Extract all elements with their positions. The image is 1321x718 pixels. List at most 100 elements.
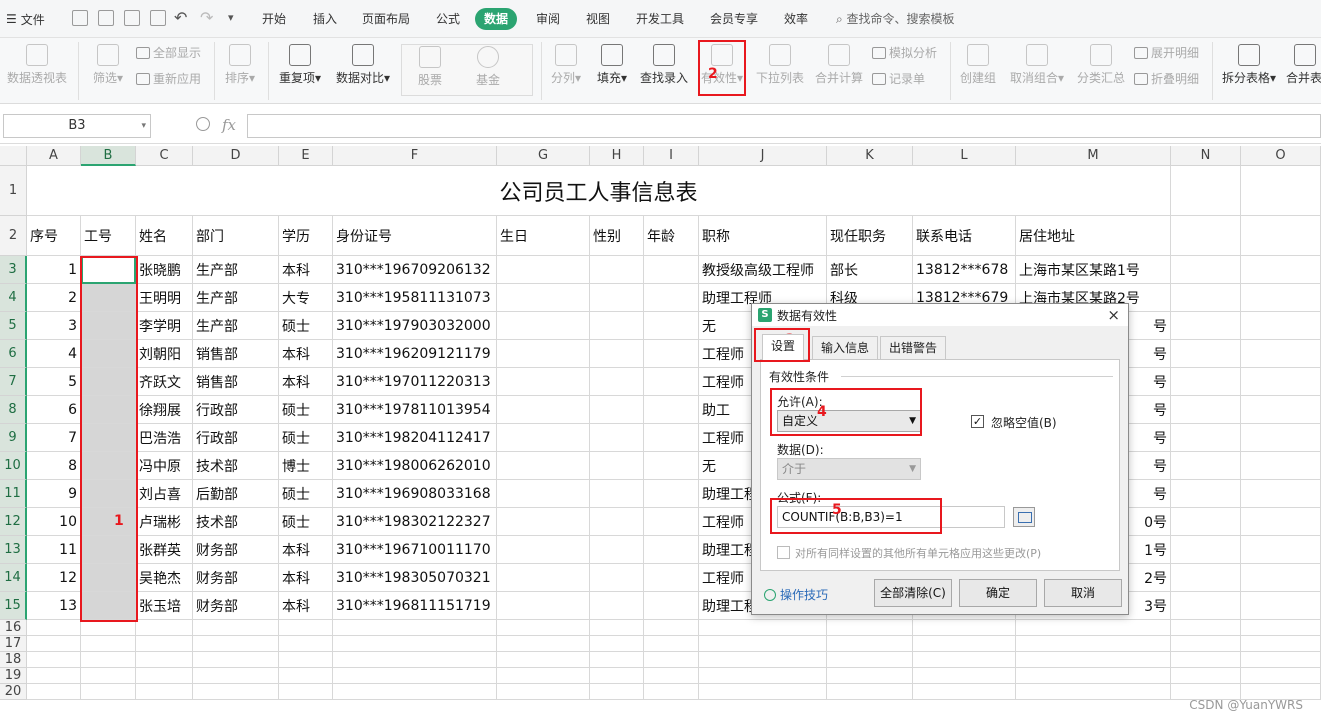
table-cell[interactable]: 本科 [279, 256, 333, 284]
data-select[interactable]: 介于 ▼ [777, 458, 921, 480]
row-header-1[interactable]: 1 [0, 166, 27, 216]
grid-cell[interactable] [136, 620, 193, 636]
table-cell[interactable] [1241, 480, 1321, 508]
grid-cell[interactable] [1016, 636, 1171, 652]
range-select-icon[interactable] [1013, 507, 1035, 527]
table-cell[interactable]: 9 [27, 480, 81, 508]
grid-cell[interactable] [27, 620, 81, 636]
grid-cell[interactable] [644, 620, 699, 636]
grid-cell[interactable] [1241, 216, 1321, 256]
table-cell[interactable] [1171, 452, 1241, 480]
grid-cell[interactable] [333, 668, 497, 684]
customize-toolbar-icon[interactable]: ▾ [228, 11, 234, 24]
reapply-button[interactable]: 重新应用 [136, 70, 201, 88]
select-all-corner[interactable] [0, 146, 27, 166]
name-box[interactable]: B3 ▾ [3, 114, 151, 138]
grid-cell[interactable] [193, 668, 279, 684]
row-header-18[interactable]: 18 [0, 652, 27, 668]
table-cell[interactable]: 硕士 [279, 424, 333, 452]
table-cell[interactable]: 2 [27, 284, 81, 312]
grid-cell[interactable] [81, 636, 136, 652]
table-cell[interactable] [1241, 284, 1321, 312]
file-menu[interactable]: ☰ 文件 [6, 9, 45, 29]
table-cell[interactable]: 张晓鹏 [136, 256, 193, 284]
column-title-cell[interactable]: 序号 [27, 216, 81, 256]
table-cell[interactable] [590, 536, 644, 564]
grid-cell[interactable] [699, 684, 827, 700]
what-if-analysis-button[interactable]: 模拟分析 [872, 44, 937, 62]
table-cell[interactable] [590, 564, 644, 592]
grid-cell[interactable] [644, 652, 699, 668]
table-cell[interactable] [497, 340, 590, 368]
column-title-cell[interactable]: 身份证号 [333, 216, 497, 256]
grid-cell[interactable] [136, 668, 193, 684]
grid-cell[interactable] [27, 636, 81, 652]
grid-cell[interactable] [193, 620, 279, 636]
table-cell[interactable] [590, 396, 644, 424]
sort-button[interactable]: 排序▾ [220, 40, 260, 86]
table-cell[interactable]: 部长 [827, 256, 913, 284]
tips-link[interactable]: 操作技巧 [764, 586, 828, 603]
expand-detail-button[interactable]: 展开明细 [1134, 44, 1199, 62]
table-cell[interactable]: 本科 [279, 564, 333, 592]
row-header-9[interactable]: 9 [0, 424, 27, 452]
table-cell[interactable] [644, 536, 699, 564]
table-cell[interactable] [1241, 312, 1321, 340]
table-cell[interactable] [497, 312, 590, 340]
table-cell[interactable]: 硕士 [279, 508, 333, 536]
table-cell[interactable]: 硕士 [279, 396, 333, 424]
table-cell[interactable] [1171, 396, 1241, 424]
table-cell[interactable]: 310***197011220313 [333, 368, 497, 396]
table-cell[interactable]: 王明明 [136, 284, 193, 312]
grid-cell[interactable] [699, 620, 827, 636]
redo-icon[interactable]: ↷ [200, 8, 213, 27]
tab-data[interactable]: 数据 [475, 8, 518, 30]
grid-cell[interactable] [27, 668, 81, 684]
row-header-15[interactable]: 15 [0, 592, 27, 620]
grid-cell[interactable] [1241, 166, 1321, 216]
table-cell[interactable] [497, 536, 590, 564]
table-cell[interactable]: 310***196908033168 [333, 480, 497, 508]
grid-cell[interactable] [497, 652, 590, 668]
row-header-4[interactable]: 4 [0, 284, 27, 312]
grid-cell[interactable] [27, 652, 81, 668]
table-cell[interactable] [497, 452, 590, 480]
column-title-cell[interactable]: 联系电话 [913, 216, 1016, 256]
table-cell[interactable] [1171, 312, 1241, 340]
cancel-button[interactable]: 取消 [1044, 579, 1122, 607]
column-header-d[interactable]: D [193, 146, 279, 166]
command-search[interactable]: ⌕ 查找命令、搜索模板 [836, 8, 955, 30]
table-cell[interactable]: 财务部 [193, 592, 279, 620]
table-cell[interactable] [1241, 508, 1321, 536]
grid-cell[interactable] [497, 636, 590, 652]
table-cell[interactable]: 310***198006262010 [333, 452, 497, 480]
row-header-2[interactable]: 2 [0, 216, 27, 256]
table-cell[interactable]: 行政部 [193, 396, 279, 424]
table-cell[interactable]: 本科 [279, 368, 333, 396]
grid-cell[interactable] [913, 652, 1016, 668]
table-cell[interactable]: 4 [27, 340, 81, 368]
tab-efficiency[interactable]: 效率 [780, 8, 812, 30]
table-cell[interactable]: 本科 [279, 592, 333, 620]
table-cell[interactable] [590, 452, 644, 480]
table-cell[interactable]: 10 [27, 508, 81, 536]
table-cell[interactable]: 生产部 [193, 284, 279, 312]
ok-button[interactable]: 确定 [959, 579, 1037, 607]
table-cell[interactable]: 张群英 [136, 536, 193, 564]
table-cell[interactable]: 310***198204112417 [333, 424, 497, 452]
table-cell[interactable] [644, 508, 699, 536]
split-column-button[interactable]: 分列▾ [546, 40, 586, 86]
grid-cell[interactable] [827, 668, 913, 684]
table-cell[interactable]: 财务部 [193, 536, 279, 564]
show-all-button[interactable]: 全部显示 [136, 44, 201, 62]
table-cell[interactable]: 硕士 [279, 312, 333, 340]
row-header-12[interactable]: 12 [0, 508, 27, 536]
table-cell[interactable]: 310***197903032000 [333, 312, 497, 340]
dropdown-list-button[interactable]: 下拉列表 [754, 40, 806, 86]
grid-cell[interactable] [827, 652, 913, 668]
table-cell[interactable]: 3 [27, 312, 81, 340]
column-header-f[interactable]: F [333, 146, 497, 166]
table-cell[interactable]: 13 [27, 592, 81, 620]
grid-cell[interactable] [913, 620, 1016, 636]
table-cell[interactable] [497, 424, 590, 452]
